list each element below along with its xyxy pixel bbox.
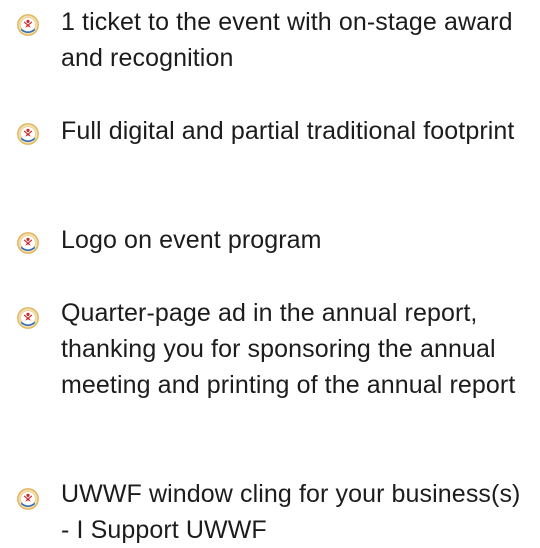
- benefit-text: Full digital and partial traditional foo…: [61, 117, 515, 145]
- sponsor-emblem-icon: [17, 14, 39, 36]
- sponsor-emblem-icon: [17, 307, 39, 329]
- benefit-list: 1 ticket to the event with on-stage awar…: [0, 0, 540, 544]
- sponsor-emblem-icon: [17, 123, 39, 145]
- benefit-text: UWWF window cling for your business(s) -…: [61, 480, 521, 544]
- benefit-text: 1 ticket to the event with on-stage awar…: [61, 8, 513, 72]
- benefit-text: Quarter-page ad in the annual report, th…: [61, 299, 516, 399]
- sponsor-emblem-icon: [17, 488, 39, 510]
- sponsor-emblem-icon: [17, 232, 39, 254]
- benefit-text: Logo on event program: [61, 226, 322, 254]
